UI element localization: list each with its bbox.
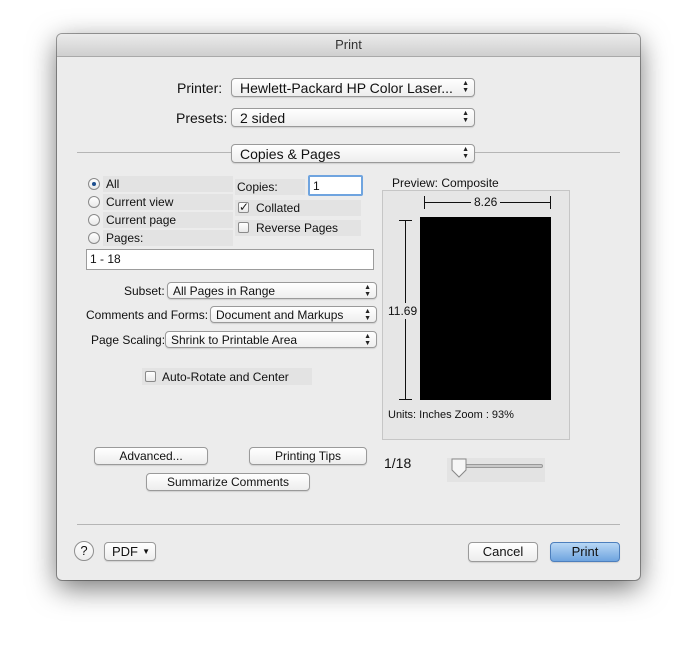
radio-all[interactable] [88,178,100,190]
collated-checkbox[interactable]: ✓ [238,201,249,213]
presets-label: Presets: [176,110,228,126]
comments-value: Document and Markups [216,308,344,322]
autorotate-label: Auto-Rotate and Center [162,370,289,384]
preview-height: 11.69 [388,303,418,319]
width-tick [424,196,425,209]
reverse-pages-label: Reverse Pages [256,221,339,235]
radio-current-view[interactable] [88,196,100,208]
preview-title: Preview: Composite [392,176,499,190]
printer-label: Printer: [177,80,223,96]
autorotate-checkbox[interactable] [145,371,156,382]
updown-arrows-icon: ▲ ▼ [462,110,469,124]
updown-arrows-icon: ▲ ▼ [462,80,469,94]
height-tick [399,220,412,221]
subset-value: All Pages in Range [173,284,276,298]
help-button[interactable]: ? [74,541,94,561]
page-slider-thumb[interactable] [450,458,468,479]
updown-arrows-icon: ▲ ▼ [462,146,469,160]
comments-popup[interactable]: Document and Markups ▲ ▼ [210,306,377,323]
summarize-comments-button[interactable]: Summarize Comments [146,473,310,491]
page-slider-track[interactable] [455,464,543,468]
help-icon: ? [80,543,88,558]
scaling-label: Page Scaling: [91,333,166,347]
pdf-label: PDF [112,544,138,559]
advanced-button[interactable]: Advanced... [94,447,208,465]
window-title: Print [57,34,640,57]
triangle-down-icon: ▼ [142,547,150,556]
page-range-input[interactable]: 1 - 18 [86,249,374,270]
section-popup[interactable]: Copies & Pages ▲ ▼ [231,144,475,163]
radio-current-view-label: Current view [106,195,174,209]
subset-popup[interactable]: All Pages in Range ▲ ▼ [167,282,377,299]
print-dialog: Print Printer: Hewlett-Packard HP Color … [57,34,640,580]
subset-label: Subset: [124,284,165,298]
comments-label: Comments and Forms: [86,308,209,322]
copies-label: Copies: [237,180,278,194]
preview-units: Units: Inches Zoom : 93% [388,409,514,421]
presets-popup[interactable]: 2 sided ▲ ▼ [231,108,475,127]
section-value: Copies & Pages [240,146,341,162]
copies-input[interactable]: 1 [308,175,363,196]
printer-value: Hewlett-Packard HP Color Laser... [240,80,453,96]
updown-arrows-icon: ▲ ▼ [364,308,371,322]
collated-label: Collated [256,201,301,215]
radio-all-label: All [106,177,120,191]
radio-current-page[interactable] [88,214,100,226]
preview-width: 8.26 [471,195,501,209]
height-tick [399,399,412,400]
radio-pages[interactable] [88,232,100,244]
scaling-value: Shrink to Printable Area [171,333,298,347]
preview-page [420,217,551,400]
scaling-popup[interactable]: Shrink to Printable Area ▲ ▼ [165,331,377,348]
radio-current-page-label: Current page [106,213,177,227]
cancel-button[interactable]: Cancel [468,542,538,562]
print-button[interactable]: Print [550,542,620,562]
page-counter: 1/18 [384,455,412,471]
radio-row-bg [103,176,233,192]
width-tick [550,196,551,209]
updown-arrows-icon: ▲ ▼ [364,284,371,298]
separator [77,524,620,525]
radio-pages-label: Pages: [106,231,144,245]
printer-popup[interactable]: Hewlett-Packard HP Color Laser... ▲ ▼ [231,78,475,97]
pdf-button[interactable]: PDF ▼ [104,542,156,561]
presets-value: 2 sided [240,110,286,126]
updown-arrows-icon: ▲ ▼ [364,333,371,347]
printing-tips-button[interactable]: Printing Tips [249,447,367,465]
reverse-pages-checkbox[interactable] [238,222,249,233]
